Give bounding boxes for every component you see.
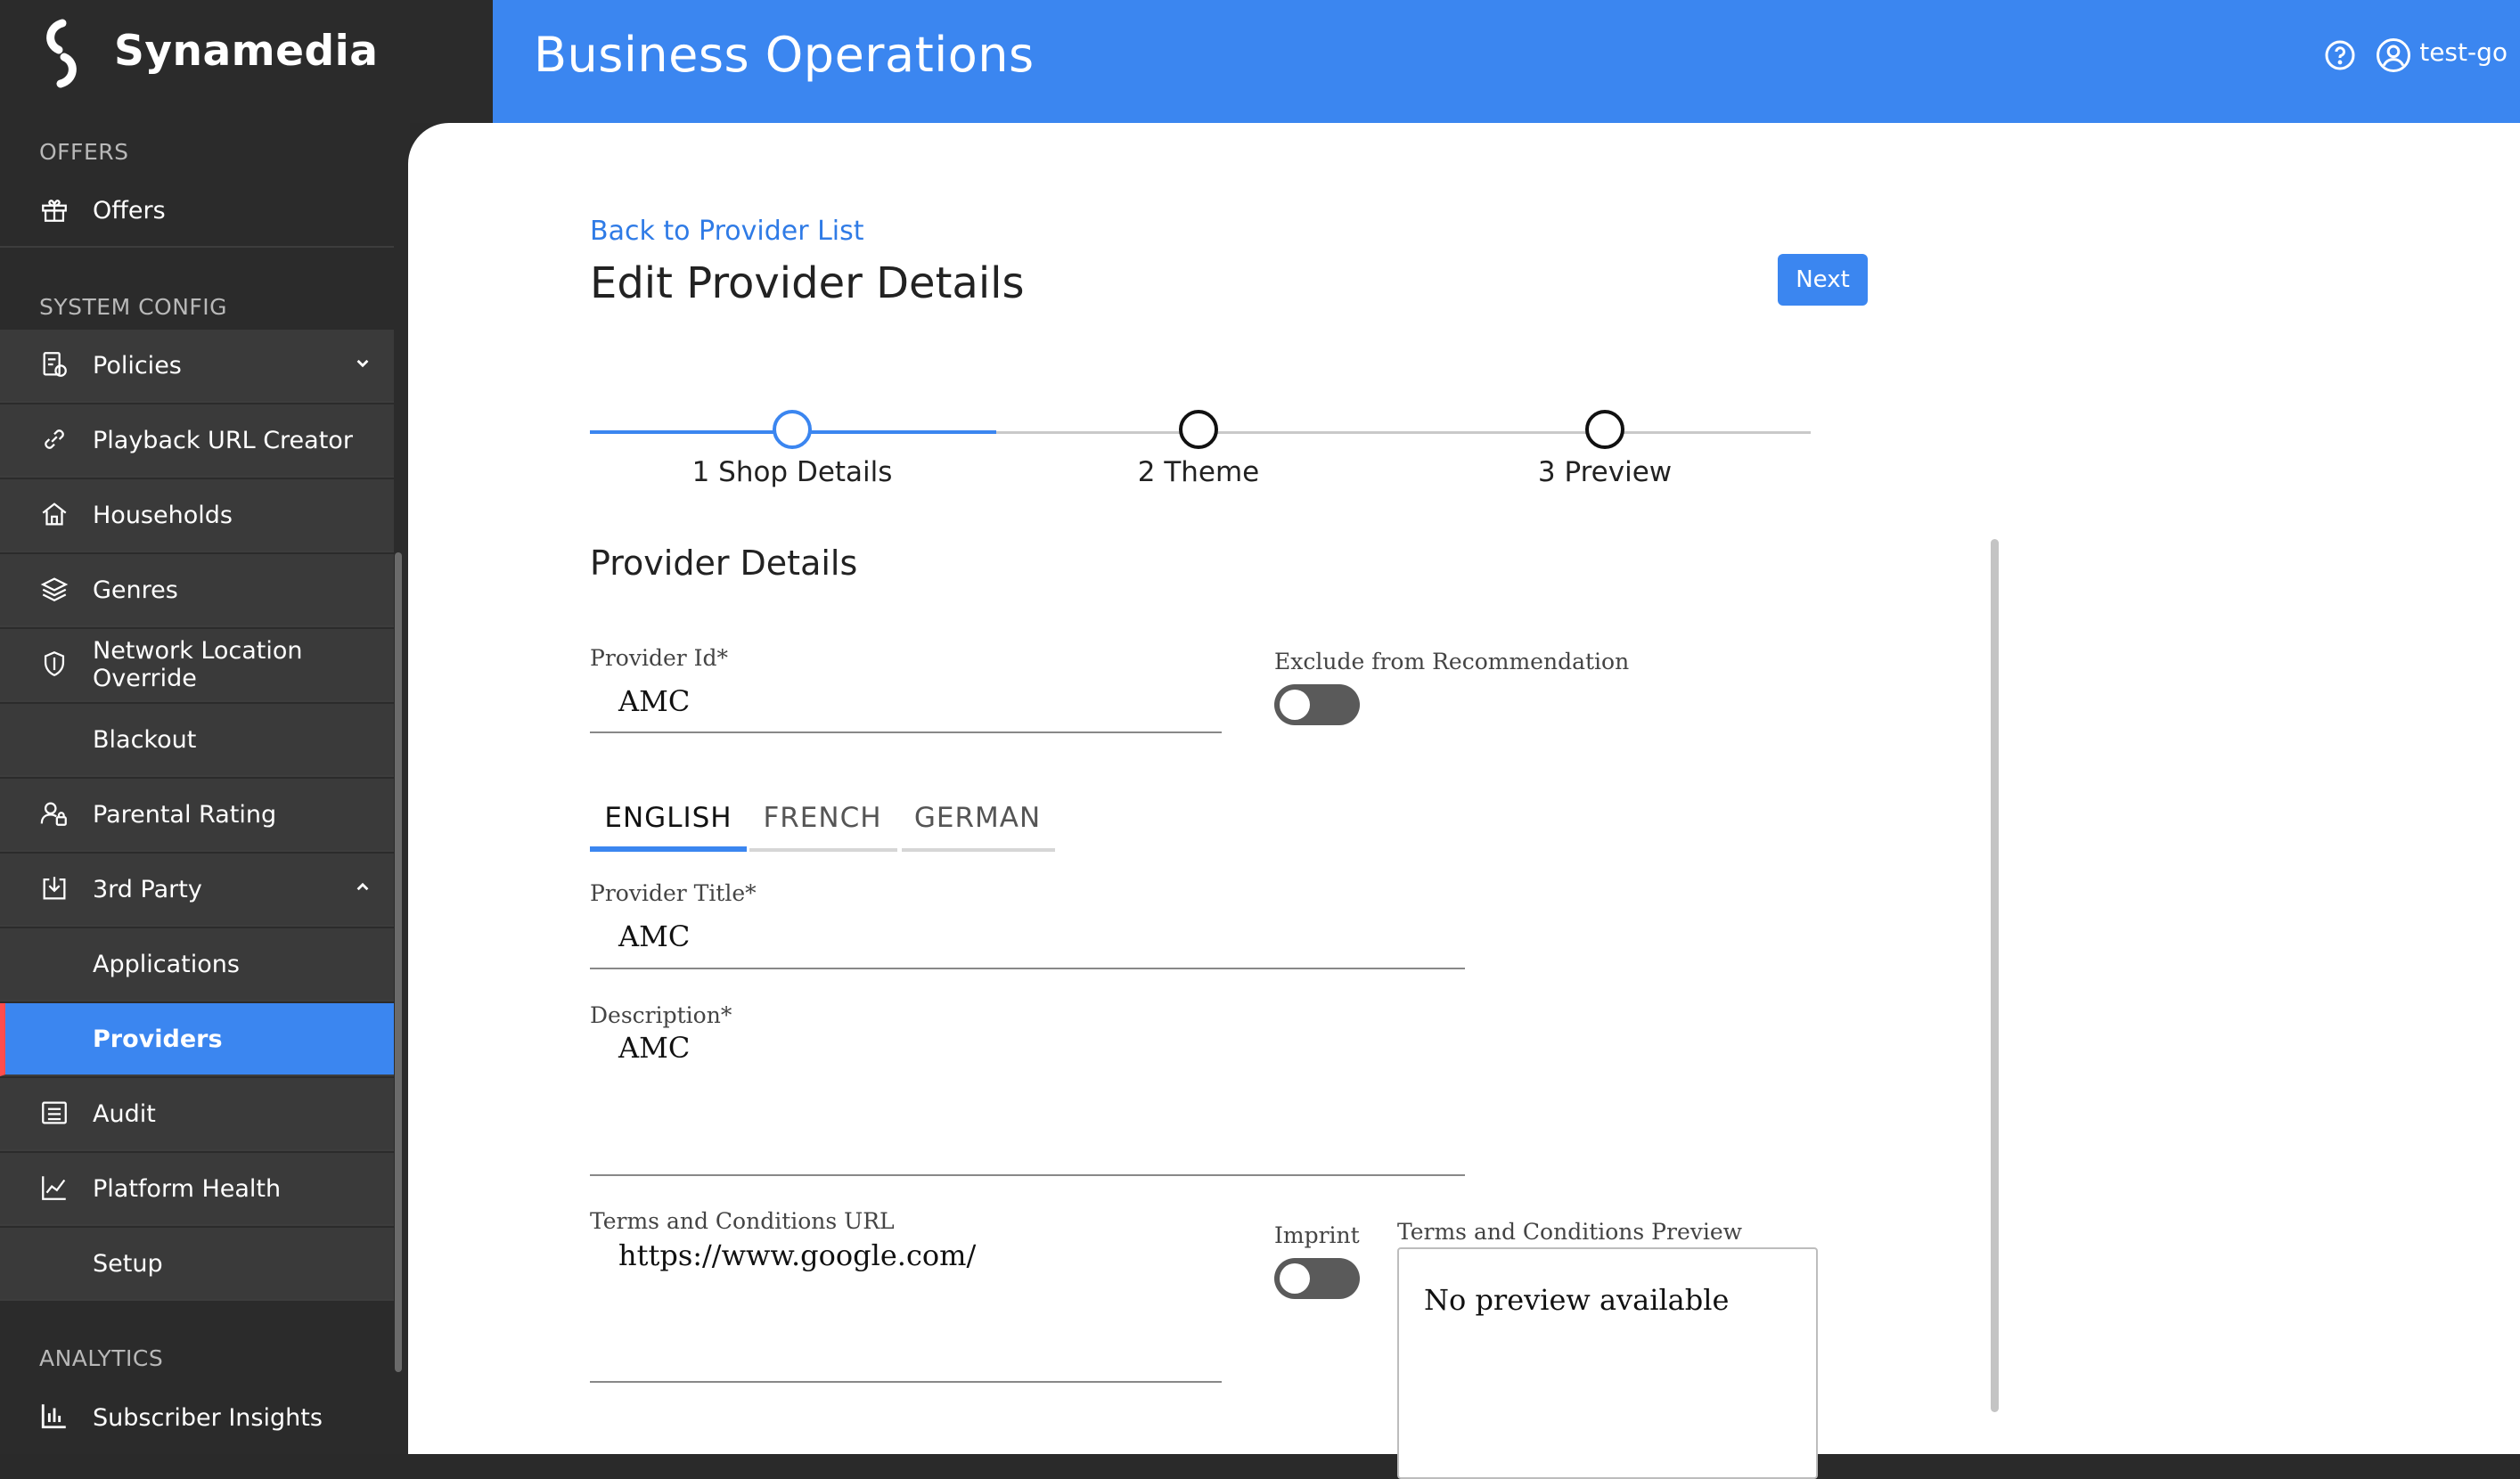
step-3-circle[interactable] bbox=[1585, 410, 1624, 449]
sidebar: OFFERS Offers SYSTEM CONFIG Policies Pla… bbox=[0, 0, 410, 1454]
sidebar-item-label: Applications bbox=[93, 950, 240, 978]
stepper: 1 Shop Details 2 Theme 3 Preview bbox=[590, 410, 1811, 499]
line-chart-icon bbox=[42, 1176, 66, 1200]
sidebar-item-label: Subscriber Insights bbox=[93, 1403, 323, 1432]
imprint-label: Imprint bbox=[1274, 1222, 1360, 1248]
bar-chart-icon bbox=[41, 1404, 66, 1429]
brand-name: Synamedia bbox=[114, 27, 379, 76]
imprint-toggle[interactable] bbox=[1274, 1258, 1360, 1299]
policy-icon bbox=[43, 352, 67, 377]
user-avatar-icon[interactable] bbox=[2376, 37, 2411, 73]
chevron-down-icon bbox=[356, 359, 369, 368]
sidebar-section-offers: OFFERS bbox=[39, 139, 129, 165]
sidebar-item-label: Audit bbox=[93, 1099, 156, 1128]
gift-icon bbox=[42, 200, 67, 222]
provider-id-underline bbox=[590, 731, 1222, 733]
sidebar-item-applications[interactable]: Applications bbox=[0, 928, 394, 1001]
sidebar-item-network-location-override[interactable]: Network Location Override bbox=[0, 629, 394, 702]
sidebar-scrollbar[interactable] bbox=[395, 552, 402, 1372]
terms-preview-text: No preview available bbox=[1424, 1283, 1730, 1317]
sidebar-item-label: Setup bbox=[93, 1249, 163, 1278]
link-icon bbox=[45, 429, 64, 449]
terms-url-underline bbox=[590, 1381, 1222, 1383]
help-icon[interactable] bbox=[2324, 39, 2356, 71]
terms-preview-label: Terms and Conditions Preview bbox=[1397, 1219, 1743, 1245]
sidebar-item-3rd-party[interactable]: 3rd Party bbox=[0, 854, 394, 927]
back-to-provider-list-link[interactable]: Back to Provider List bbox=[590, 216, 864, 247]
sidebar-item-label: Households bbox=[93, 501, 233, 529]
provider-title-input[interactable]: AMC bbox=[618, 919, 690, 953]
sidebar-item-label: Parental Rating bbox=[93, 800, 277, 829]
tab-french-indicator bbox=[749, 848, 897, 852]
sidebar-item-policies[interactable]: Policies bbox=[0, 330, 394, 403]
terms-preview-box: No preview available bbox=[1397, 1247, 1818, 1479]
tab-english-indicator bbox=[590, 846, 747, 852]
tab-french[interactable]: FRENCH bbox=[747, 784, 898, 852]
sidebar-item-parental-rating[interactable]: Parental Rating bbox=[0, 779, 394, 852]
section-title-provider-details: Provider Details bbox=[590, 543, 858, 583]
step-3-label[interactable]: 3 Preview bbox=[1538, 456, 1672, 488]
provider-id-input[interactable]: AMC bbox=[618, 684, 690, 718]
description-underline bbox=[590, 1174, 1465, 1176]
sidebar-item-providers[interactable]: Providers bbox=[0, 1003, 394, 1076]
sidebar-section-system-config: SYSTEM CONFIG bbox=[39, 294, 228, 320]
top-header: Business Operations test-go bbox=[493, 0, 2520, 123]
exclude-recommendation-toggle[interactable] bbox=[1274, 684, 1360, 725]
sidebar-item-label: Network Location Override bbox=[93, 637, 303, 692]
list-icon bbox=[42, 1101, 67, 1124]
content-scrollbar[interactable] bbox=[1991, 539, 1999, 1412]
page-title: Edit Provider Details bbox=[590, 258, 1025, 308]
sidebar-item-label: Genres bbox=[93, 576, 178, 604]
terms-url-input[interactable]: https://www.google.com/ bbox=[618, 1238, 976, 1272]
sidebar-item-households[interactable]: Households bbox=[0, 479, 394, 552]
brand: Synamedia bbox=[0, 0, 493, 123]
language-tabs: ENGLISH FRENCH GERMAN bbox=[590, 784, 1055, 852]
sidebar-item-playback-url-creator[interactable]: Playback URL Creator bbox=[0, 404, 394, 478]
sidebar-item-label: Platform Health bbox=[93, 1174, 282, 1203]
provider-title-underline bbox=[590, 968, 1465, 969]
sidebar-item-label: Offers bbox=[93, 196, 166, 225]
tab-english[interactable]: ENGLISH bbox=[590, 784, 747, 852]
step-1-label[interactable]: 1 Shop Details bbox=[692, 456, 893, 488]
sidebar-item-label: Providers bbox=[93, 1025, 223, 1053]
description-input[interactable]: AMC bbox=[618, 1031, 690, 1065]
shield-icon bbox=[44, 651, 65, 676]
toggle-knob bbox=[1280, 690, 1310, 720]
download-box-icon bbox=[43, 877, 66, 900]
home-icon bbox=[42, 503, 67, 526]
header-title: Business Operations bbox=[534, 27, 1035, 83]
sidebar-analytics-area: ANALYTICS Subscriber Insights bbox=[0, 1301, 410, 1454]
synamedia-logo-icon bbox=[46, 19, 77, 88]
tab-german-indicator bbox=[902, 848, 1055, 852]
stepper-remaining-track bbox=[996, 431, 1811, 434]
next-button[interactable]: Next bbox=[1778, 254, 1868, 306]
tab-german[interactable]: GERMAN bbox=[900, 784, 1055, 852]
chevron-up-icon bbox=[356, 882, 369, 891]
sidebar-item-label: Playback URL Creator bbox=[93, 426, 353, 454]
sidebar-item-label: Policies bbox=[93, 351, 182, 380]
step-2-label[interactable]: 2 Theme bbox=[1138, 456, 1260, 488]
provider-title-label: Provider Title* bbox=[590, 880, 757, 906]
toggle-knob bbox=[1280, 1263, 1310, 1294]
sidebar-item-blackout[interactable]: Blackout bbox=[0, 704, 394, 777]
layers-icon bbox=[40, 577, 69, 602]
sidebar-item-setup[interactable]: Setup bbox=[0, 1228, 394, 1301]
terms-url-label: Terms and Conditions URL bbox=[590, 1208, 895, 1234]
provider-id-label: Provider Id* bbox=[590, 645, 729, 671]
sidebar-item-subscriber-insights[interactable]: Subscriber Insights bbox=[0, 1381, 394, 1454]
user-name[interactable]: test-go bbox=[2419, 37, 2508, 67]
user-lock-icon bbox=[40, 802, 67, 826]
step-2-circle[interactable] bbox=[1179, 410, 1218, 449]
sidebar-item-offers[interactable]: Offers bbox=[0, 175, 394, 248]
exclude-recommendation-label: Exclude from Recommendation bbox=[1274, 649, 1630, 674]
sidebar-item-genres[interactable]: Genres bbox=[0, 554, 394, 627]
sidebar-item-audit[interactable]: Audit bbox=[0, 1078, 394, 1151]
sidebar-section-analytics: ANALYTICS bbox=[39, 1345, 164, 1371]
sidebar-item-platform-health[interactable]: Platform Health bbox=[0, 1153, 394, 1226]
step-1-circle[interactable] bbox=[773, 410, 812, 449]
description-label: Description* bbox=[590, 1002, 732, 1028]
sidebar-item-label: Blackout bbox=[93, 725, 197, 754]
sidebar-item-label: 3rd Party bbox=[93, 875, 202, 903]
